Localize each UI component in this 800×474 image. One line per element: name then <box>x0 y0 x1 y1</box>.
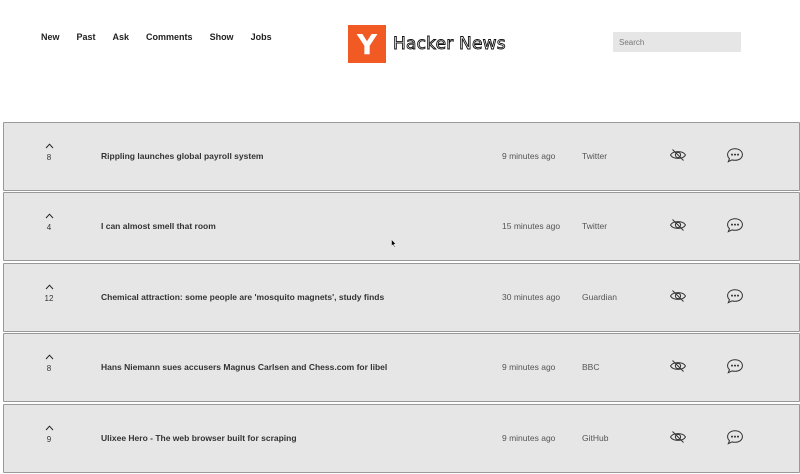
upvote-arrow-icon <box>40 213 58 221</box>
comments-button[interactable] <box>726 288 744 304</box>
speech-bubble-icon <box>727 359 743 374</box>
upvote-arrow-icon <box>40 284 58 292</box>
site-title: Hacker News <box>393 34 506 55</box>
eye-slash-icon <box>669 289 687 302</box>
nav-link-comments[interactable]: Comments <box>146 32 193 43</box>
story-row: 12 Chemical attraction: some people are … <box>3 262 800 332</box>
vote-count: 8 <box>46 153 52 162</box>
top-nav: New Past Ask Comments Show Jobs <box>41 32 289 43</box>
vote-count: 4 <box>46 223 52 233</box>
story-time: 9 minutes ago <box>502 362 556 373</box>
story-list: 8 Rippling launches global payroll syste… <box>3 122 800 474</box>
upvote-button[interactable]: 8 <box>40 354 58 374</box>
upvote-arrow-icon <box>40 354 58 362</box>
eye-slash-icon <box>669 430 687 443</box>
hide-button[interactable] <box>669 148 687 162</box>
y-logo-icon: Y <box>348 25 386 63</box>
vote-count: 9 <box>46 434 52 444</box>
story-time: 30 minutes ago <box>502 291 561 302</box>
story-source[interactable]: Twitter <box>582 151 607 161</box>
speech-bubble-icon <box>727 289 743 304</box>
vote-count: 12 <box>44 293 54 303</box>
speech-bubble-icon <box>727 148 743 163</box>
comments-button[interactable] <box>726 147 744 163</box>
nav-link-past[interactable]: Past <box>77 32 96 43</box>
eye-slash-icon <box>669 360 687 373</box>
comments-button[interactable] <box>726 429 744 445</box>
story-title[interactable]: I can almost smell that room <box>101 221 216 231</box>
site-logo[interactable]: Y Hacker News <box>348 25 506 63</box>
story-time: 9 minutes ago <box>502 151 556 161</box>
comments-button[interactable] <box>726 217 744 233</box>
nav-link-show[interactable]: Show <box>210 32 234 43</box>
hide-button[interactable] <box>669 218 687 232</box>
upvote-button[interactable]: 8 <box>40 143 58 163</box>
speech-bubble-icon <box>727 218 743 233</box>
story-title[interactable]: Ulixee Hero - The web browser built for … <box>101 433 297 443</box>
nav-link-ask[interactable]: Ask <box>113 32 130 43</box>
hide-button[interactable] <box>669 359 687 373</box>
search-input[interactable] <box>613 32 741 52</box>
story-row: 8 Rippling launches global payroll syste… <box>3 122 800 191</box>
nav-link-new[interactable]: New <box>41 32 60 43</box>
story-source[interactable]: BBC <box>582 362 599 372</box>
hide-button[interactable] <box>669 289 687 303</box>
nav-link-jobs[interactable]: Jobs <box>251 32 272 43</box>
story-time: 9 minutes ago <box>502 432 556 443</box>
mouse-cursor-icon <box>391 239 397 248</box>
comments-button[interactable] <box>726 358 744 374</box>
story-source[interactable]: GitHub <box>582 433 608 443</box>
eye-slash-icon <box>669 219 687 232</box>
hide-button[interactable] <box>669 430 687 444</box>
story-source[interactable]: Guardian <box>582 292 617 302</box>
story-time: 15 minutes ago <box>502 221 561 232</box>
story-row: 8 Hans Niemann sues accusers Magnus Carl… <box>3 333 800 403</box>
eye-slash-icon <box>669 149 687 161</box>
upvote-arrow-icon <box>40 425 58 433</box>
story-row: 4 I can almost smell that room 15 minute… <box>3 192 800 262</box>
upvote-button[interactable]: 4 <box>40 213 58 233</box>
vote-count: 8 <box>46 364 52 374</box>
story-title[interactable]: Hans Niemann sues accusers Magnus Carlse… <box>101 362 387 372</box>
story-row: 9 Ulixee Hero - The web browser built fo… <box>3 403 800 473</box>
upvote-arrow-icon <box>40 143 58 151</box>
speech-bubble-icon <box>727 429 743 445</box>
story-title[interactable]: Rippling launches global payroll system <box>101 151 263 161</box>
story-title[interactable]: Chemical attraction: some people are 'mo… <box>101 292 384 302</box>
story-source[interactable]: Twitter <box>582 221 607 231</box>
upvote-button[interactable]: 12 <box>40 284 58 304</box>
